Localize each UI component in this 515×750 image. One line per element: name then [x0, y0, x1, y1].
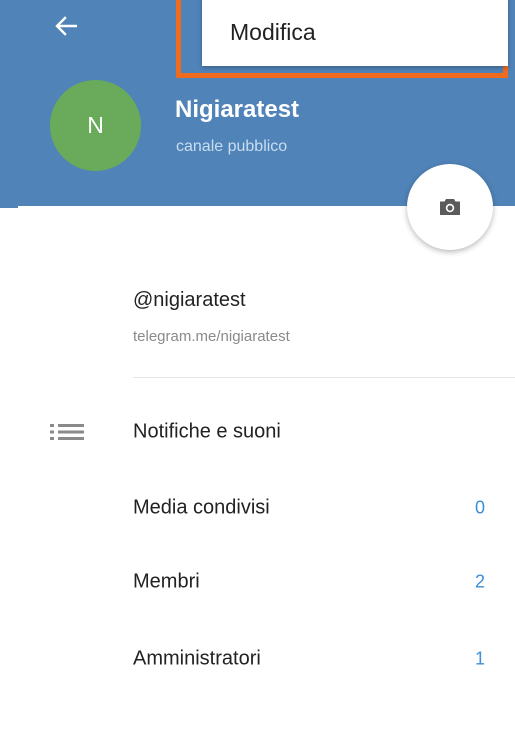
- list-icon: [50, 424, 84, 440]
- section-divider: [133, 377, 515, 378]
- change-photo-button[interactable]: [407, 164, 493, 250]
- edit-menu-item[interactable]: Modifica: [202, 0, 508, 66]
- channel-avatar[interactable]: N: [50, 80, 141, 171]
- notifications-label: Notifiche e suoni: [133, 420, 281, 443]
- channel-username[interactable]: @nigiaratest: [133, 289, 246, 312]
- admins-row[interactable]: Amministratori 1: [0, 631, 515, 687]
- members-label: Membri: [133, 570, 200, 593]
- back-button[interactable]: [46, 8, 86, 44]
- admins-count: 1: [474, 648, 485, 669]
- shared-media-count: 0: [474, 497, 485, 518]
- members-count: 2: [474, 571, 485, 592]
- channel-status: canale pubblico: [176, 138, 288, 155]
- shared-media-label: Media condivisi: [133, 496, 270, 519]
- notifications-row[interactable]: Notifiche e suoni: [0, 404, 515, 460]
- header-edge: [0, 200, 18, 208]
- avatar-letter: N: [87, 112, 104, 138]
- camera-icon: [440, 199, 460, 215]
- channel-name: Nigiaratest: [175, 96, 300, 123]
- members-row[interactable]: Membri 2: [0, 554, 515, 610]
- edit-menu-label: Modifica: [230, 18, 316, 45]
- channel-link[interactable]: telegram.me/nigiaratest: [133, 328, 290, 345]
- admins-label: Amministratori: [133, 647, 261, 670]
- arrow-back-icon: [55, 16, 77, 36]
- shared-media-row[interactable]: Media condivisi 0: [0, 480, 515, 536]
